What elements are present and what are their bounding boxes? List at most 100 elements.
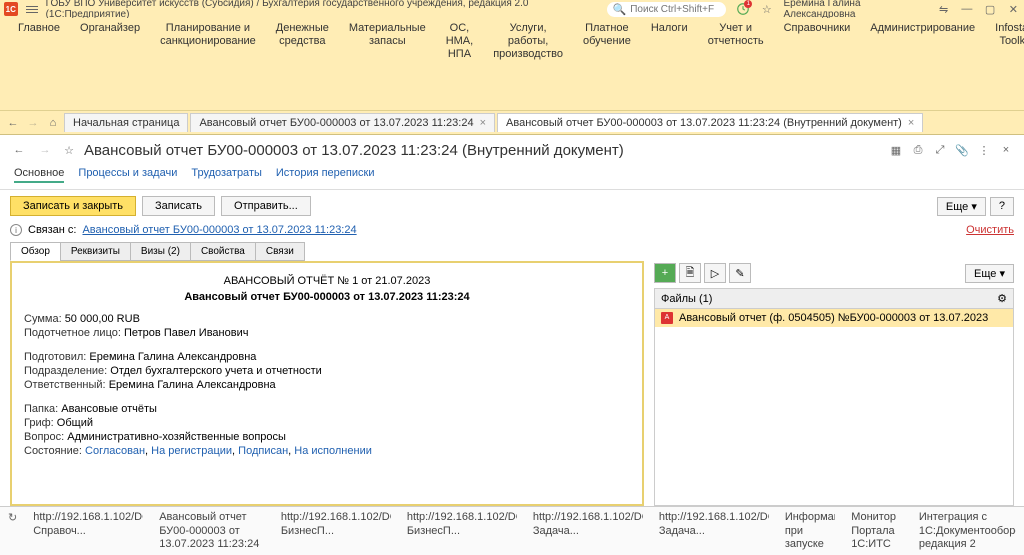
tab-requisites[interactable]: Реквизиты [60, 242, 131, 261]
menu-reports[interactable]: Учет и отчетность [698, 20, 774, 50]
files-list: A Авансовый отчет (ф. 0504505) №БУ00-000… [654, 309, 1014, 506]
back-icon[interactable]: ← [10, 141, 28, 159]
command-bar: Записать и закрыть Записать Отправить...… [0, 190, 1024, 222]
user-name[interactable]: Еремина Галина Александровна [783, 0, 927, 20]
tab-visas[interactable]: Визы (2) [130, 242, 191, 261]
subnav-processes[interactable]: Процессы и задачи [78, 165, 177, 183]
sum-value: 50 000,00 RUB [65, 313, 140, 325]
menu-organizer[interactable]: Органайзер [70, 20, 150, 37]
close-icon[interactable]: × [998, 142, 1014, 158]
status-item[interactable]: Монитор Портала 1С:ИТС [851, 511, 903, 551]
notification-badge: 1 [744, 0, 752, 8]
menu-cash[interactable]: Денежные средства [266, 20, 339, 50]
status-item[interactable]: Авансовый отчет БУ00-000003 от 13.07.202… [159, 511, 265, 551]
status-item[interactable]: Информация при запуске [785, 511, 835, 551]
help-button[interactable]: ? [990, 197, 1014, 216]
question-value: Административно-хозяйственные вопросы [67, 431, 286, 443]
save-close-button[interactable]: Записать и закрыть [10, 196, 136, 216]
menu-refs[interactable]: Справочники [774, 20, 861, 37]
print-icon[interactable]: ⎙ [910, 142, 926, 158]
global-search[interactable]: 🔍 [607, 2, 727, 17]
menu-tax[interactable]: Налоги [641, 20, 698, 37]
tab-links[interactable]: Связи [255, 242, 305, 261]
tab-close-icon[interactable]: × [480, 117, 486, 129]
search-input[interactable] [630, 4, 720, 15]
state-approved[interactable]: Согласован [85, 445, 145, 457]
menu-planning[interactable]: Планирование и санкционирование [150, 20, 266, 50]
edit-file-button[interactable]: ✎ [729, 263, 751, 283]
tab-props[interactable]: Свойства [190, 242, 256, 261]
tab-bar: ← → ⌂ Начальная страница Авансовый отчет… [0, 111, 1024, 135]
tab-overview[interactable]: Обзор [10, 242, 61, 261]
minimize-icon[interactable]: — [960, 2, 973, 16]
notifications-icon[interactable]: 1 [736, 2, 750, 16]
add-file-button[interactable]: + [654, 263, 676, 283]
state-signed[interactable]: Подписан [238, 445, 288, 457]
state-registration[interactable]: На регистрации [151, 445, 232, 457]
history-icon[interactable]: ↻ [8, 511, 17, 527]
file-name: Авансовый отчет (ф. 0504505) №БУ00-00000… [679, 312, 988, 324]
report-heading: АВАНСОВЫЙ ОТЧЁТ № 1 от 21.07.2023 [24, 275, 630, 287]
menu-paid[interactable]: Платное обучение [573, 20, 641, 50]
menu-services[interactable]: Услуги, работы, производство [483, 20, 573, 64]
save-button[interactable]: Записать [142, 196, 215, 216]
home-icon[interactable]: ⌂ [44, 114, 62, 132]
document-header: ← → ☆ Авансовый отчет БУ00-000003 от 13.… [0, 135, 1024, 165]
files-header[interactable]: Файлы (1) ⚙ [654, 288, 1014, 309]
kebab-icon[interactable]: ⋮ [976, 142, 992, 158]
files-more-button[interactable]: Еще ▾ [965, 264, 1014, 283]
stamp-value: Общий [57, 417, 93, 429]
report-icon[interactable]: ▦ [888, 142, 904, 158]
run-file-button[interactable]: ▷ [704, 263, 726, 283]
pdf-icon: A [661, 312, 673, 324]
forward-icon[interactable]: → [24, 114, 42, 132]
status-item[interactable]: http://192.168.1.102/DGU_Vebinar_2.0/#e1… [407, 511, 517, 537]
menu-toggle-icon[interactable] [26, 6, 38, 13]
menu-toolkit[interactable]: Infostart Toolkit [985, 20, 1024, 50]
file-item[interactable]: A Авансовый отчет (ф. 0504505) №БУ00-000… [655, 309, 1013, 327]
clear-link[interactable]: Очистить [966, 224, 1014, 236]
tab-home[interactable]: Начальная страница [64, 113, 188, 132]
menu-admin[interactable]: Администрирование [860, 20, 985, 37]
menu-main[interactable]: Главное [8, 20, 70, 37]
status-item[interactable]: http://192.168.1.102/DGU_Vebinar_2.0/#e1… [659, 511, 769, 537]
subnav-main[interactable]: Основное [14, 165, 64, 183]
settings-icon[interactable]: ⇋ [937, 2, 950, 16]
document-title: Авансовый отчет БУ00-000003 от 13.07.202… [84, 142, 624, 159]
status-item[interactable]: Интеграция с 1С:Документооборотом редакц… [919, 511, 1016, 551]
subnav-history[interactable]: История переписки [276, 165, 375, 183]
window-title: ГОБУ ВПО Университет искусств (Субсидия)… [46, 0, 599, 20]
tab-doc1[interactable]: Авансовый отчет БУ00-000003 от 13.07.202… [190, 113, 495, 132]
more-button[interactable]: Еще ▾ [937, 197, 986, 216]
status-item[interactable]: http://192.168.1.102/DGU_Vebinar_2.0/#e1… [33, 511, 143, 537]
back-icon[interactable]: ← [4, 114, 22, 132]
titlebar: 1C ГОБУ ВПО Университет искусств (Субсид… [0, 0, 1024, 18]
gear-icon[interactable]: ⚙ [997, 292, 1007, 305]
attach-icon[interactable]: 📎 [954, 142, 970, 158]
status-item[interactable]: http://192.168.1.102/DGU_Vebinar_2.0/#e1… [533, 511, 643, 537]
forward-icon[interactable]: → [36, 141, 54, 159]
document-tabs: Обзор Реквизиты Визы (2) Свойства Связи [0, 242, 1024, 261]
view-file-button[interactable]: 🗎 [679, 263, 701, 283]
state-execution[interactable]: На исполнении [294, 445, 372, 457]
linked-doc-link[interactable]: Авансовый отчет БУ00-000003 от 13.07.202… [82, 224, 356, 236]
star-icon[interactable]: ☆ [760, 2, 773, 16]
status-item[interactable]: http://192.168.1.102/DGU_Vebinar_2.0/#e1… [281, 511, 391, 537]
menu-os[interactable]: ОС, НМА, НПА [436, 20, 484, 64]
maximize-icon[interactable]: ▢ [984, 2, 997, 16]
subnav-labor[interactable]: Трудозатраты [191, 165, 262, 183]
person-value: Петров Павел Иванович [124, 327, 248, 339]
files-panel: + 🗎 ▷ ✎ Еще ▾ Файлы (1) ⚙ A Авансовый от… [654, 261, 1014, 506]
tab-close-icon[interactable]: × [908, 117, 914, 129]
link-icon[interactable]: ⤢ [932, 142, 948, 158]
resp-value: Еремина Галина Александровна [109, 379, 276, 391]
tab-doc2[interactable]: Авансовый отчет БУ00-000003 от 13.07.202… [497, 113, 923, 132]
content-area: АВАНСОВЫЙ ОТЧЁТ № 1 от 21.07.2023 Авансо… [0, 261, 1024, 506]
folder-value: Авансовые отчёты [61, 403, 157, 415]
menu-materials[interactable]: Материальные запасы [339, 20, 436, 50]
star-icon[interactable]: ☆ [62, 143, 76, 157]
report-subheading: Авансовый отчет БУ00-000003 от 13.07.202… [24, 291, 630, 303]
status-bar: ↻ http://192.168.1.102/DGU_Vebinar_2.0/#… [0, 506, 1024, 555]
close-icon[interactable]: ✕ [1007, 2, 1020, 16]
send-button[interactable]: Отправить... [221, 196, 311, 216]
